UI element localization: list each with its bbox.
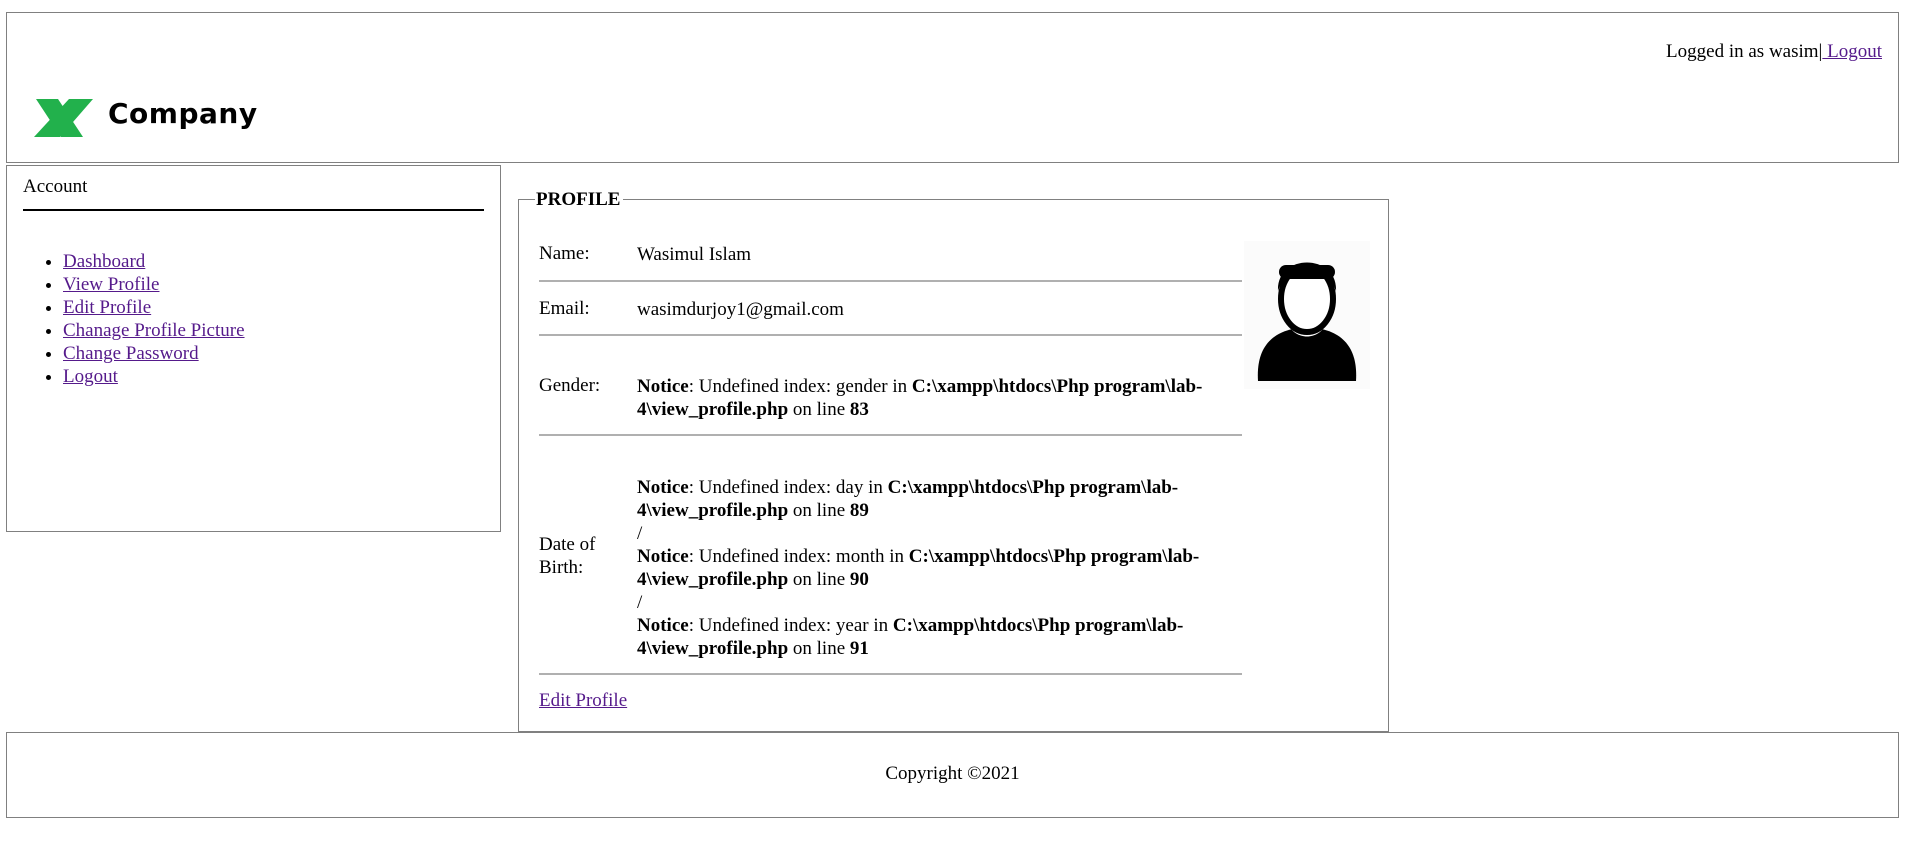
- name-label: Name:: [539, 243, 590, 264]
- email-divider: [539, 334, 1242, 336]
- header-logout-link[interactable]: Logout: [1822, 41, 1882, 62]
- sidebar-item-change-picture: Chanage Profile Picture: [63, 319, 245, 342]
- notice-online: on line: [788, 638, 850, 659]
- notice-keyword: Notice: [637, 477, 689, 498]
- gender-notice: Notice: Undefined index: gender in C:\xa…: [637, 375, 1237, 421]
- notice-message: : Undefined index: gender in: [688, 376, 912, 397]
- notice-line-number: 91: [849, 638, 869, 659]
- sidebar-item-change-password: Change Password: [63, 342, 245, 365]
- dob-value: Notice: Undefined index: day in C:\xampp…: [637, 476, 1237, 660]
- dob-divider: [539, 673, 1242, 675]
- sidebar-divider: [23, 209, 484, 211]
- gender-label: Gender:: [539, 375, 601, 396]
- notice-message: : Undefined index: day in: [688, 477, 888, 498]
- profile-legend: PROFILE: [535, 189, 624, 211]
- sidebar-link-dashboard[interactable]: Dashboard: [63, 251, 145, 272]
- name-divider: [539, 280, 1242, 282]
- email-value: wasimdurjoy1@gmail.com: [637, 299, 844, 320]
- notice-online: on line: [788, 399, 850, 420]
- sidebar-link-logout[interactable]: Logout: [63, 366, 118, 387]
- dob-label: Date of Birth:: [539, 534, 596, 578]
- notice-online: on line: [788, 500, 850, 521]
- sidebar: Account Dashboard View Profile Edit Prof…: [6, 165, 501, 532]
- notice-message: : Undefined index: year in: [688, 615, 893, 636]
- gender-divider: [539, 434, 1242, 436]
- date-separator: /: [637, 523, 643, 544]
- notice-keyword: Notice: [637, 376, 689, 397]
- logged-in-text: Logged in as wasim|: [1666, 41, 1823, 62]
- user-avatar-icon: [1257, 262, 1357, 381]
- edit-profile-link[interactable]: Edit Profile: [539, 690, 627, 712]
- x-logo-icon: [34, 99, 93, 137]
- notice-line-number: 90: [849, 569, 869, 590]
- day-notice: Notice: Undefined index: day in C:\xampp…: [637, 476, 1237, 522]
- email-label: Email:: [539, 298, 590, 319]
- year-notice: Notice: Undefined index: year in C:\xamp…: [637, 614, 1237, 660]
- notice-keyword: Notice: [637, 615, 689, 636]
- month-notice: Notice: Undefined index: month in C:\xam…: [637, 545, 1237, 591]
- sidebar-menu: Dashboard View Profile Edit Profile Chan…: [23, 250, 245, 388]
- login-status: Logged in as wasim| Logout: [1666, 41, 1882, 63]
- notice-line-number: 83: [849, 399, 869, 420]
- profile-fieldset: PROFILE Name: Wasimul Islam Email: wasim…: [518, 189, 1389, 732]
- sidebar-title: Account: [23, 176, 88, 197]
- sidebar-link-change-picture[interactable]: Chanage Profile Picture: [63, 320, 245, 341]
- name-value: Wasimul Islam: [637, 244, 752, 265]
- copyright-text: Copyright ©2021: [885, 763, 1020, 784]
- sidebar-item-edit-profile: Edit Profile: [63, 296, 245, 319]
- header: Logged in as wasim| Logout Company: [6, 12, 1899, 163]
- profile-picture: [1244, 241, 1370, 389]
- notice-online: on line: [788, 569, 850, 590]
- sidebar-item-dashboard: Dashboard: [63, 250, 245, 273]
- company-logo: Company: [31, 87, 271, 147]
- notice-line-number: 89: [849, 500, 869, 521]
- sidebar-link-change-password[interactable]: Change Password: [63, 343, 199, 364]
- sidebar-item-view-profile: View Profile: [63, 273, 245, 296]
- date-separator: /: [637, 592, 643, 613]
- sidebar-item-logout: Logout: [63, 365, 245, 388]
- sidebar-link-edit-profile[interactable]: Edit Profile: [63, 297, 151, 318]
- notice-keyword: Notice: [637, 546, 689, 567]
- notice-message: : Undefined index: month in: [688, 546, 909, 567]
- logo-text: Company: [108, 97, 258, 130]
- footer: Copyright ©2021: [6, 732, 1899, 818]
- sidebar-link-view-profile[interactable]: View Profile: [63, 274, 159, 295]
